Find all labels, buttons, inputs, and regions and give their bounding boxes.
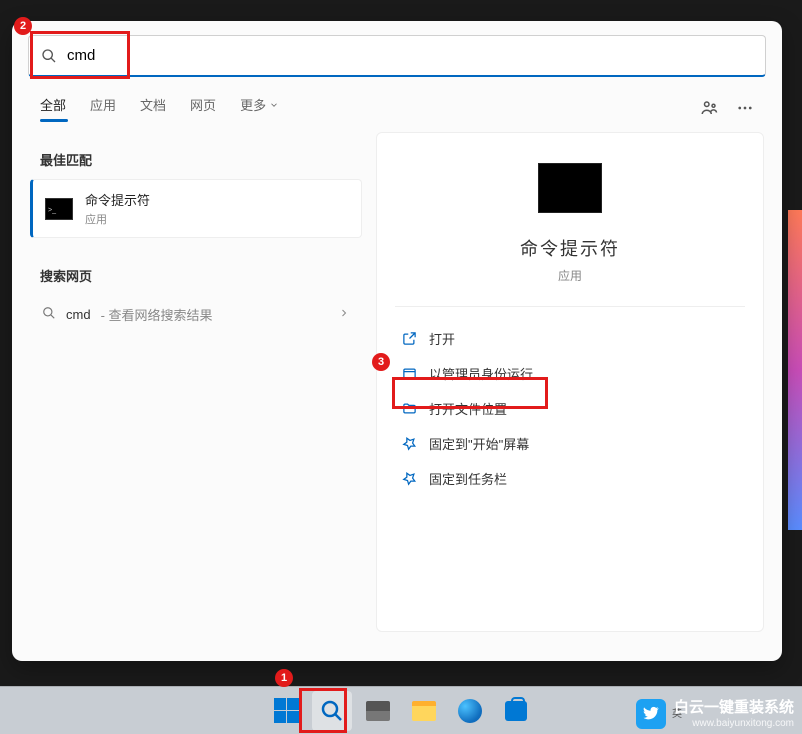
tabs: 全部 应用 文档 网页 更多 (12, 77, 782, 128)
action-open[interactable]: 打开 (395, 321, 745, 356)
preview-panel: 命令提示符 应用 打开 以管理员身份运行 打开文件位置 (376, 132, 764, 632)
action-open-location[interactable]: 打开文件位置 (395, 391, 745, 426)
task-view-icon (366, 701, 390, 721)
folder-icon (401, 401, 417, 417)
windows-logo-icon (274, 698, 299, 723)
edge-icon (458, 699, 482, 723)
action-run-admin[interactable]: 以管理员身份运行 (395, 356, 745, 391)
action-pin-start-label: 固定到"开始"屏幕 (429, 434, 529, 453)
tabs-right (700, 99, 754, 117)
open-icon (401, 331, 417, 347)
watermark-title: 白云一键重装系统 (674, 698, 794, 718)
watermark-logo-icon (636, 699, 666, 729)
search-box[interactable] (28, 35, 766, 77)
file-explorer-button[interactable] (404, 691, 444, 731)
watermark: 白云一键重装系统 www.baiyunxitong.com (636, 698, 794, 731)
action-pin-taskbar[interactable]: 固定到任务栏 (395, 461, 745, 496)
best-match-text: 命令提示符 应用 (85, 190, 150, 227)
web-query: cmd (66, 307, 91, 322)
chevron-down-icon (269, 100, 279, 110)
web-suffix: - 查看网络搜索结果 (101, 305, 213, 324)
search-panel: 全部 应用 文档 网页 更多 最佳匹配 命令提示符 应用 (12, 21, 782, 661)
desktop-accent (788, 210, 802, 530)
tab-web[interactable]: 网页 (190, 95, 216, 120)
action-open-label: 打开 (429, 329, 455, 348)
web-header: 搜索网页 (30, 260, 362, 295)
watermark-url: www.baiyunxitong.com (674, 717, 794, 730)
cmd-thumbnail-icon (45, 198, 73, 220)
search-input[interactable] (67, 47, 753, 64)
action-pin-start[interactable]: 固定到"开始"屏幕 (395, 426, 745, 461)
content: 最佳匹配 命令提示符 应用 搜索网页 cmd - 查看网络搜索结果 (12, 128, 782, 632)
shield-admin-icon (401, 366, 417, 382)
taskbar-search-button[interactable] (312, 691, 352, 731)
search-icon (42, 306, 56, 323)
tab-more-label: 更多 (240, 95, 266, 114)
tab-docs[interactable]: 文档 (140, 95, 166, 120)
tab-all[interactable]: 全部 (40, 95, 66, 120)
edge-button[interactable] (450, 691, 490, 731)
preview-sub: 应用 (395, 267, 745, 284)
action-open-location-label: 打开文件位置 (429, 399, 507, 418)
tab-more[interactable]: 更多 (240, 95, 279, 120)
more-icon[interactable] (736, 99, 754, 117)
best-match-header: 最佳匹配 (30, 144, 362, 179)
action-run-admin-label: 以管理员身份运行 (429, 364, 533, 383)
preview-thumbnail-icon (538, 163, 602, 213)
task-view-button[interactable] (358, 691, 398, 731)
search-box-wrap (12, 21, 782, 77)
start-button[interactable] (266, 691, 306, 731)
best-match-title: 命令提示符 (85, 190, 150, 209)
web-search-item[interactable]: cmd - 查看网络搜索结果 (30, 295, 362, 334)
tab-apps[interactable]: 应用 (90, 95, 116, 120)
store-button[interactable] (496, 691, 536, 731)
pin-icon (401, 471, 417, 487)
folder-icon (412, 701, 436, 721)
left-column: 最佳匹配 命令提示符 应用 搜索网页 cmd - 查看网络搜索结果 (30, 128, 362, 632)
pin-icon (401, 436, 417, 452)
search-icon (41, 48, 57, 64)
best-match-sub: 应用 (85, 211, 150, 227)
annotation-num-1: 1 (275, 669, 293, 687)
search-icon (320, 699, 344, 723)
action-pin-taskbar-label: 固定到任务栏 (429, 469, 507, 488)
web-section: 搜索网页 cmd - 查看网络搜索结果 (30, 260, 362, 334)
account-icon[interactable] (700, 99, 718, 117)
divider (395, 306, 745, 307)
preview-title: 命令提示符 (395, 235, 745, 261)
chevron-right-icon (338, 307, 350, 322)
store-icon (505, 701, 527, 721)
best-match-item[interactable]: 命令提示符 应用 (30, 179, 362, 238)
